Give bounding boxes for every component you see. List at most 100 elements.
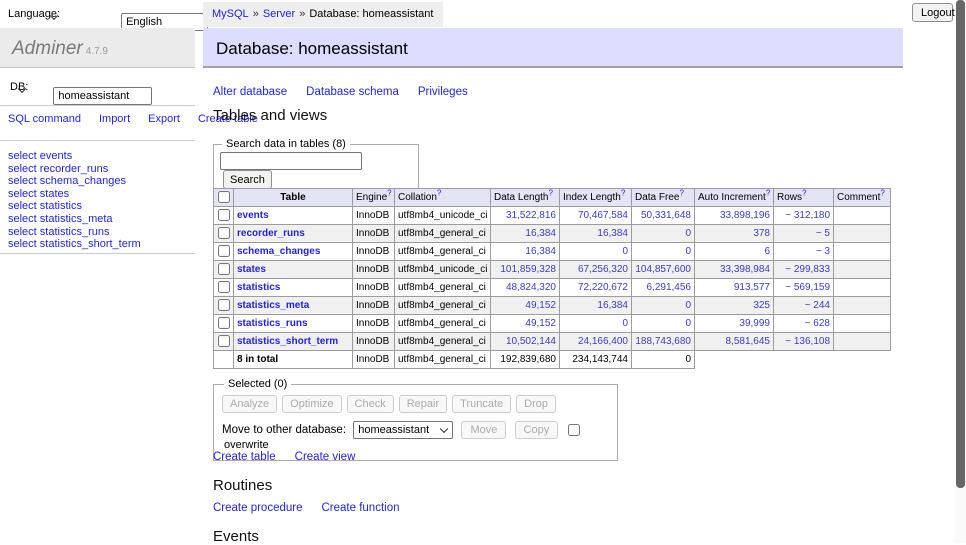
table-row: statistics_runsInnoDButf8mb4_general_ci4… [214, 315, 891, 333]
move-button[interactable]: Move [461, 421, 506, 439]
cell-data-free: 188,743,680 [632, 333, 695, 351]
sidebar-action-export[interactable]: Export [148, 113, 180, 125]
sidebar-action-import[interactable]: Import [99, 113, 130, 125]
table-row: statesInnoDButf8mb4_unicode_ci101,859,32… [214, 261, 891, 279]
table-name-link[interactable]: states [237, 264, 266, 275]
create-procedure-link[interactable]: Create procedure [213, 502, 303, 514]
table-name-link[interactable]: statistics [237, 282, 280, 293]
cell-data-length: 16,384 [491, 225, 560, 243]
nav-link-alter-database[interactable]: Alter database [213, 86, 287, 98]
table-name-link[interactable]: statistics_short_term [237, 336, 338, 347]
column-header-label: Data Free [635, 192, 679, 203]
column-header-label: Engine [356, 192, 387, 203]
tables-table: TableEngine?Collation?Data Length?Index … [213, 188, 891, 369]
search-button[interactable]: Search [223, 170, 272, 189]
optimize-button[interactable]: Optimize [282, 395, 341, 413]
cell-table-name: statistics [234, 279, 353, 297]
move-db-select[interactable]: homeassistant [353, 421, 453, 439]
search-input[interactable] [220, 152, 362, 170]
scrollbar[interactable] [955, 0, 966, 543]
routine-links: Create procedure Create function [213, 502, 419, 514]
table-name-link[interactable]: statistics_runs [237, 318, 308, 329]
sidebar-select-statistics-link[interactable]: select statistics [8, 200, 141, 213]
copy-button[interactable]: Copy [515, 421, 559, 439]
cell-collation: utf8mb4_general_ci [395, 279, 491, 297]
help-link[interactable]: ? [880, 189, 884, 198]
truncate-button[interactable]: Truncate [452, 395, 511, 413]
cell-data-free: 50,331,648 [632, 207, 695, 225]
overwrite-label: overwrite [224, 439, 269, 451]
cell-rows: ~ 312,180 [774, 207, 834, 225]
check-button[interactable]: Check [347, 395, 394, 413]
table-name-link[interactable]: events [237, 210, 269, 221]
nav-link-privileges[interactable]: Privileges [418, 86, 468, 98]
column-header-collation: Collation? [395, 189, 491, 207]
breadcrumb-link-server[interactable]: Server [263, 8, 295, 20]
cell-table-name: recorder_runs [234, 225, 353, 243]
column-header-comment: Comment? [834, 189, 891, 207]
column-header-label: Comment [837, 192, 880, 203]
sidebar-select-states-link[interactable]: select states [8, 188, 141, 201]
cell-engine: InnoDB [353, 333, 395, 351]
sidebar-action-sql-command[interactable]: SQL command [8, 113, 81, 125]
row-checkbox[interactable] [218, 227, 230, 239]
column-header-label: Table [280, 192, 305, 203]
sidebar-select-statistics-runs-link[interactable]: select statistics_runs [8, 226, 141, 239]
nav-link-database-schema[interactable]: Database schema [306, 86, 399, 98]
page-title: Database: homeassistant [216, 39, 408, 58]
row-checkbox[interactable] [218, 209, 230, 221]
row-checkbox[interactable] [218, 245, 230, 257]
overwrite-checkbox[interactable] [568, 424, 580, 436]
cell-auto-increment: 6 [695, 243, 774, 261]
analyze-button[interactable]: Analyze [222, 395, 277, 413]
sidebar-table-links: select eventsselect recorder_runsselect … [8, 150, 141, 251]
cell-comment [834, 225, 891, 243]
help-link[interactable]: ? [621, 189, 625, 198]
help-link[interactable]: ? [766, 189, 770, 198]
scrollbar-thumb[interactable] [956, 0, 965, 488]
column-header-table: Table [234, 189, 353, 207]
sidebar-select-statistics-short-term-link[interactable]: select statistics_short_term [8, 238, 141, 251]
table-row: schema_changesInnoDButf8mb4_general_ci16… [214, 243, 891, 261]
cell-index-length: 0 [560, 315, 632, 333]
row-checkbox[interactable] [218, 335, 230, 347]
move-label: Move to other database: [222, 424, 346, 436]
help-link[interactable]: ? [549, 189, 553, 198]
row-checkbox[interactable] [218, 317, 230, 329]
table-name-link[interactable]: schema_changes [237, 246, 320, 257]
create-function-link[interactable]: Create function [322, 502, 400, 514]
logout-button[interactable]: Logout [912, 3, 953, 22]
cell-auto-increment: 33,398,984 [695, 261, 774, 279]
routines-heading: Routines [213, 477, 272, 494]
sidebar-select-recorder-runs-link[interactable]: select recorder_runs [8, 163, 141, 176]
table-header-row: TableEngine?Collation?Data Length?Index … [214, 189, 891, 207]
help-link[interactable]: ? [387, 189, 391, 198]
sidebar-select-statistics-meta-link[interactable]: select statistics_meta [8, 213, 141, 226]
table-name-link[interactable]: recorder_runs [237, 228, 305, 239]
create-links: Create table Create view [213, 451, 374, 463]
help-link[interactable]: ? [679, 189, 683, 198]
row-checkbox[interactable] [218, 299, 230, 311]
row-checkbox[interactable] [218, 263, 230, 275]
sidebar-select-events-link[interactable]: select events [8, 150, 141, 163]
total-data-free: 0 [632, 351, 695, 369]
sidebar-select-schema-changes-link[interactable]: select schema_changes [8, 175, 141, 188]
cell-rows: ~ 244 [774, 297, 834, 315]
table-row: recorder_runsInnoDButf8mb4_general_ci16,… [214, 225, 891, 243]
create-view-link[interactable]: Create view [295, 451, 356, 463]
repair-button[interactable]: Repair [399, 395, 447, 413]
row-select-cell [214, 261, 234, 279]
row-checkbox[interactable] [218, 281, 230, 293]
db-select[interactable]: homeassistant [53, 87, 152, 105]
breadcrumb-link-mysql[interactable]: MySQL [212, 8, 249, 20]
cell-comment [834, 279, 891, 297]
select-all-checkbox[interactable] [218, 191, 230, 203]
help-link[interactable]: ? [802, 189, 806, 198]
cell-collation: utf8mb4_general_ci [395, 297, 491, 315]
help-link[interactable]: ? [437, 189, 441, 198]
table-name-link[interactable]: statistics_meta [237, 300, 309, 311]
create-table-link[interactable]: Create table [213, 451, 276, 463]
column-header-auto-increment: Auto Increment? [695, 189, 774, 207]
drop-button[interactable]: Drop [516, 395, 556, 413]
cell-rows: ~ 3 [774, 243, 834, 261]
